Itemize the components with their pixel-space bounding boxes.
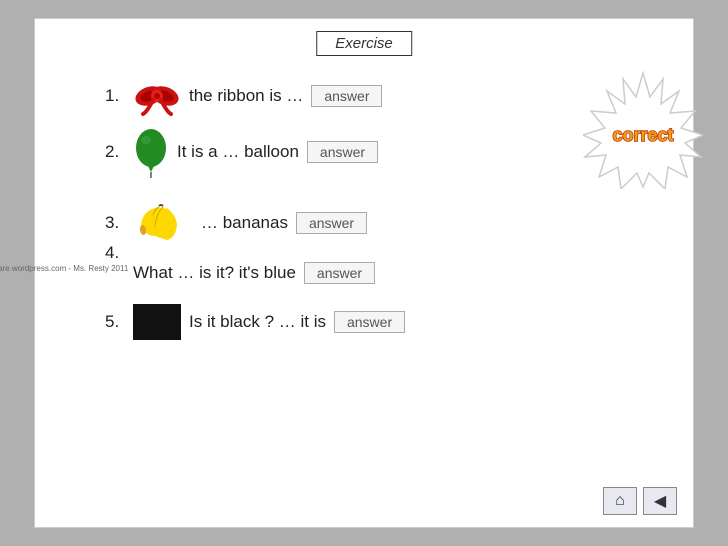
exercise-title: Exercise (316, 31, 412, 56)
q3-text: … bananas (201, 213, 288, 233)
back-button[interactable]: ◀ (643, 487, 677, 515)
nav-buttons: ⌂ ◀ (603, 487, 677, 515)
q5-image (133, 304, 181, 340)
content-area: 1. the ribbon is (105, 74, 673, 477)
q5-text: Is it black ? … it is (189, 312, 326, 332)
q2-image (133, 126, 169, 178)
black-rectangle-icon (133, 304, 181, 340)
q1-answer-btn[interactable]: answer (311, 85, 382, 107)
q4e-number: 4. (105, 243, 133, 263)
home-button[interactable]: ⌂ (603, 487, 637, 515)
q5-number: 5. (105, 312, 133, 332)
q1-image (133, 74, 181, 118)
q4-answer-btn[interactable]: answer (304, 262, 375, 284)
question-row-4: 4. What … is it? it's blue answer (105, 262, 673, 284)
q2-text: It is a … balloon (177, 142, 299, 162)
question-row-5: 5. Is it black ? … it is answer (105, 304, 673, 340)
bow-icon (133, 74, 181, 118)
question-row-2: 2. It is a … balloon answer (105, 126, 673, 178)
balloon-icon (133, 126, 169, 178)
q5-answer-btn[interactable]: answer (334, 311, 405, 333)
q3-number: 3. (105, 213, 133, 233)
main-container: http://msrestyshare.wordpress.com - Ms. … (34, 18, 694, 528)
question-row-4-empty: 4. (105, 248, 673, 258)
q1-number: 1. (105, 86, 133, 106)
q2-answer-btn[interactable]: answer (307, 141, 378, 163)
question-row-3: 3. … bananas a (105, 202, 673, 244)
q2-number: 2. (105, 142, 133, 162)
banana-icon (133, 202, 193, 244)
q4-text: What … is it? it's blue (133, 263, 296, 283)
q1-text: the ribbon is … (189, 86, 303, 106)
q3-answer-btn[interactable]: answer (296, 212, 367, 234)
q3-image (133, 202, 193, 244)
question-row-1: 1. the ribbon is (105, 74, 673, 118)
